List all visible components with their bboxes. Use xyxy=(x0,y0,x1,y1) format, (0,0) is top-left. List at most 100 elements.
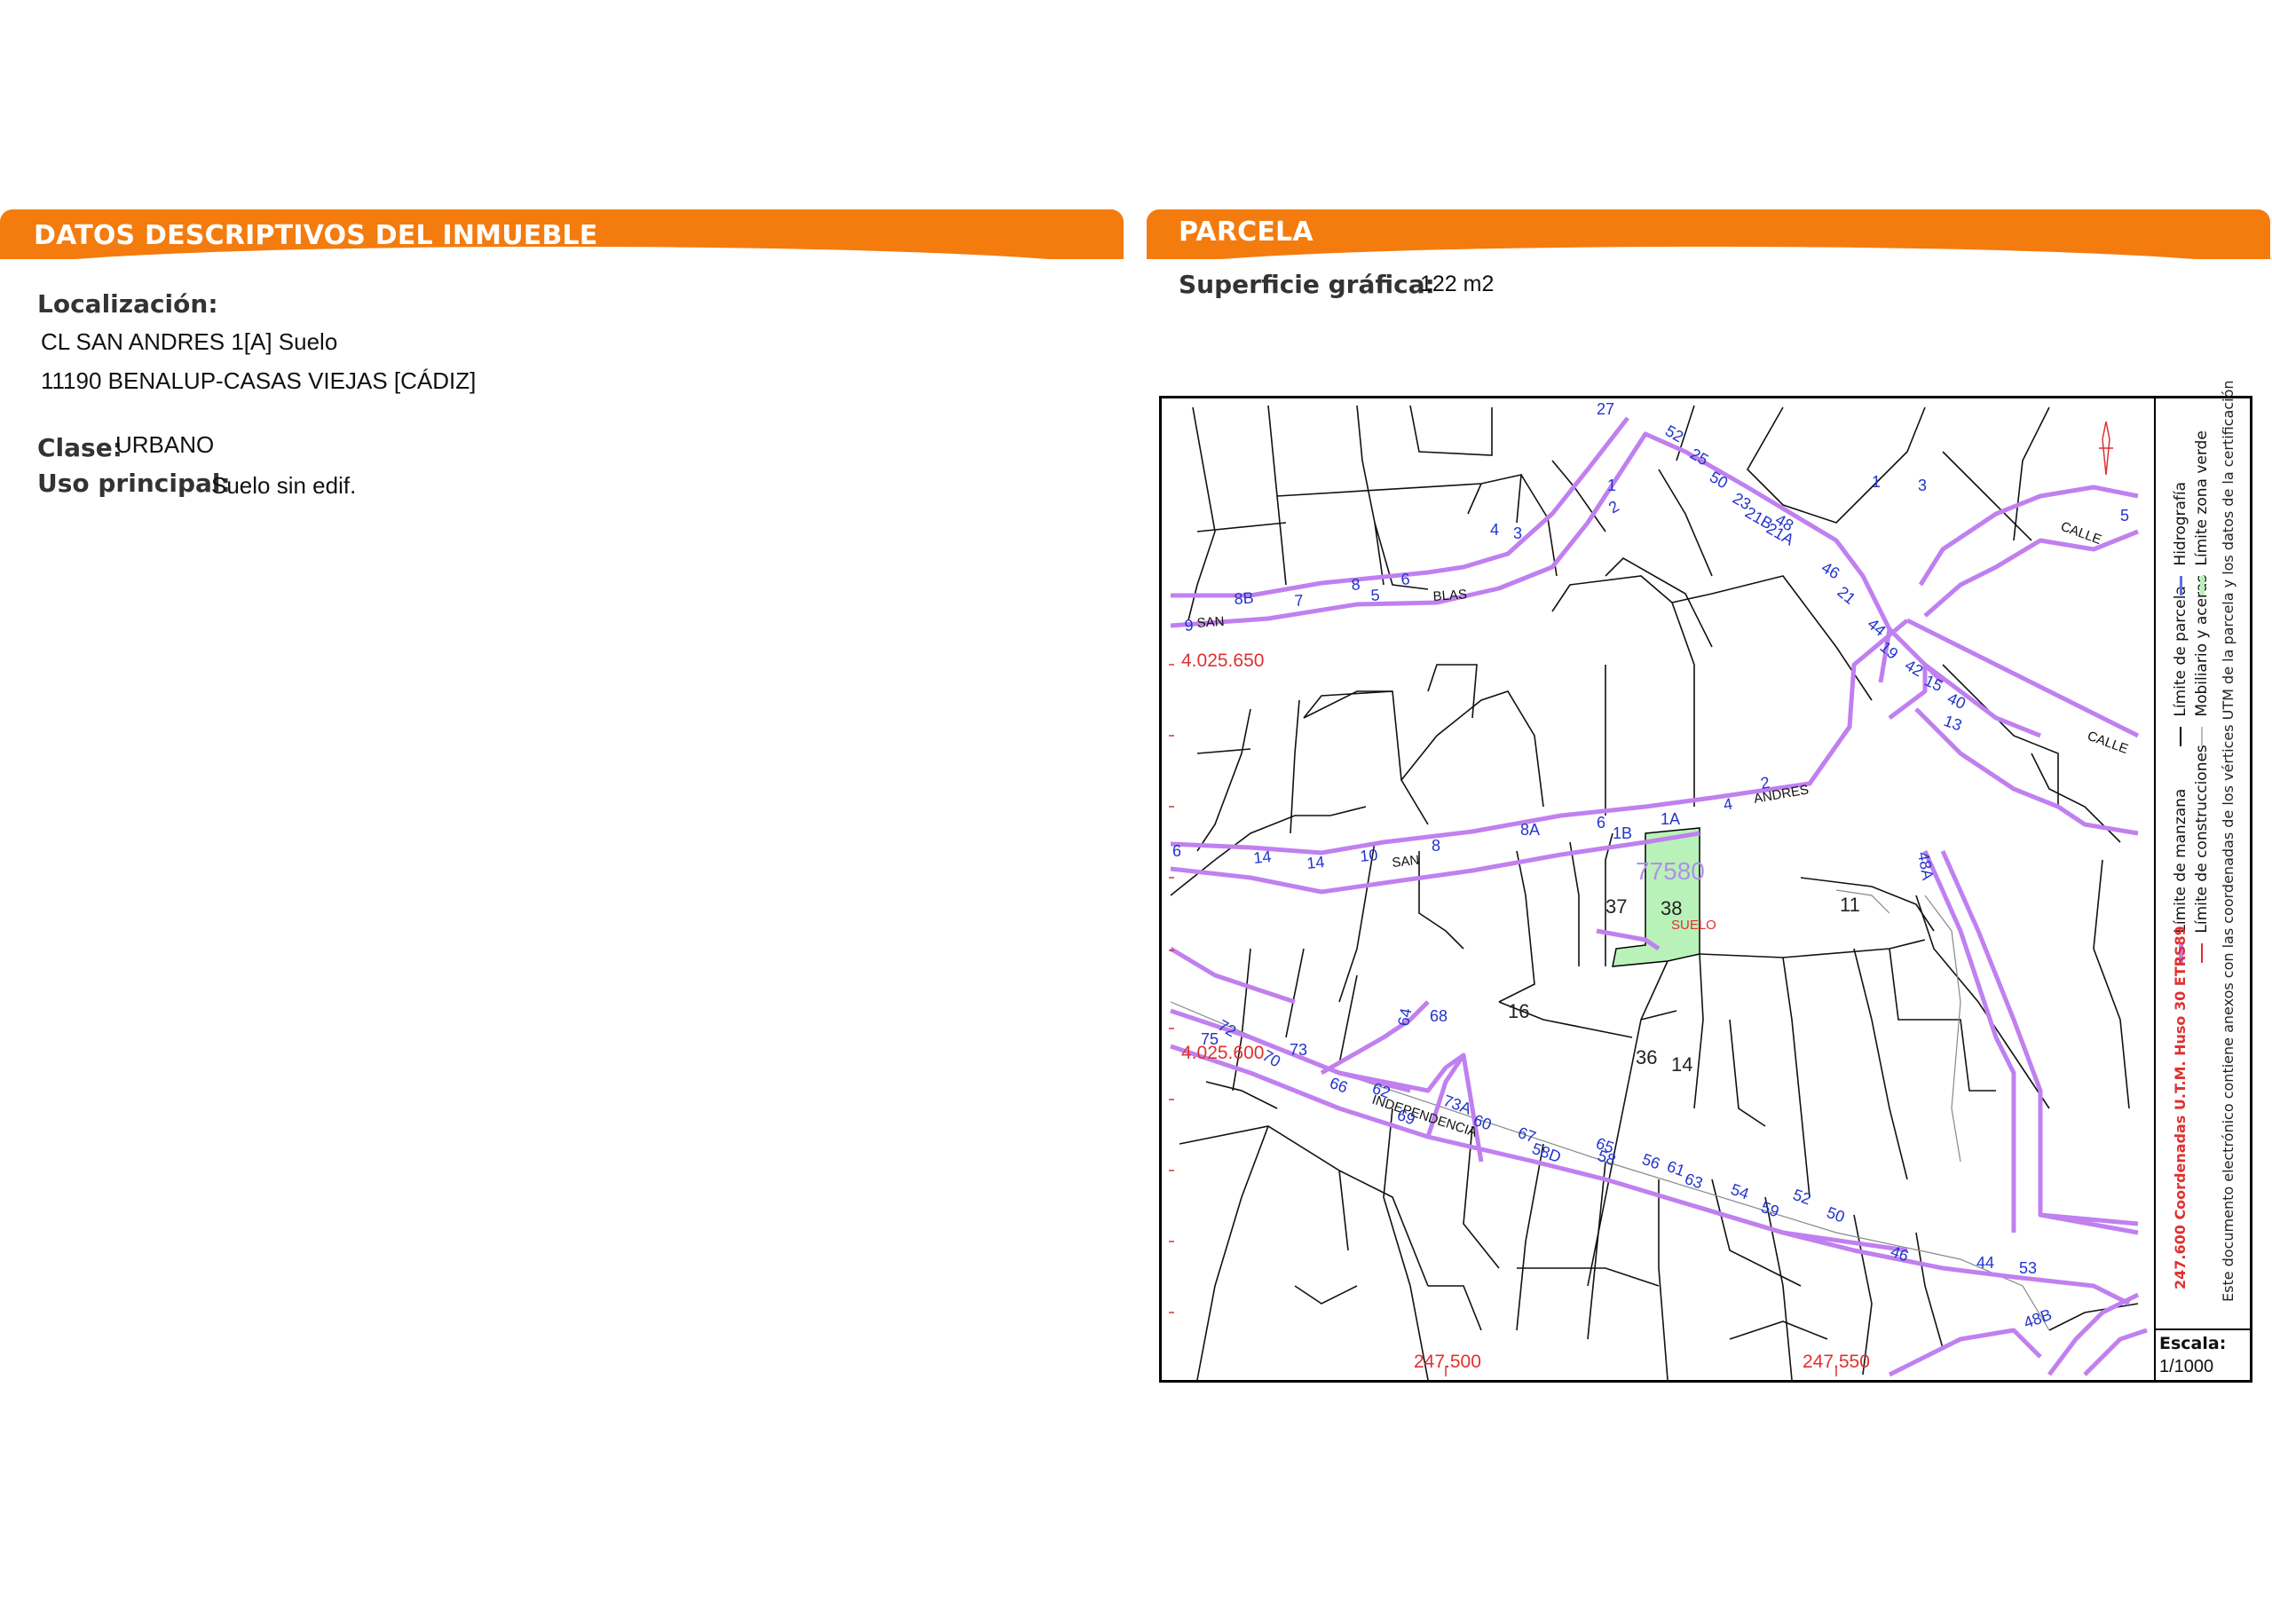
block-14: 14 xyxy=(1671,1053,1692,1076)
legend-hidrografia-label: Hidrografía xyxy=(2172,481,2189,566)
clase-value: URBANO xyxy=(115,431,215,458)
legend-mobiliario-swatch xyxy=(2201,727,2203,746)
parcela-header-bar: PARCELA xyxy=(1147,209,2270,272)
house-number: 2 xyxy=(1605,497,1622,516)
house-number: 44 xyxy=(1976,1254,1994,1272)
street-san-1: SAN xyxy=(1196,614,1225,631)
house-number: 53 xyxy=(2019,1259,2037,1277)
legend-zona-verde: Límite zona verde xyxy=(2193,430,2211,595)
house-number: 5 xyxy=(2120,507,2129,524)
house-number: 2 xyxy=(1759,774,1771,792)
legend-divider xyxy=(2154,398,2156,1380)
legend-construcciones-label: Límite de construcciones xyxy=(2193,745,2211,934)
house-number: 1 xyxy=(1607,477,1616,494)
house-number: 6 xyxy=(1597,814,1605,832)
house-number: 1B xyxy=(1613,824,1632,842)
legend-parcela: Límite de parcela xyxy=(2172,586,2189,746)
north-arrow-icon xyxy=(2099,422,2113,475)
escala-box: Escala: 1/1000 xyxy=(2154,1328,2250,1382)
block-37: 37 xyxy=(1605,895,1627,918)
house-number: 66 xyxy=(1328,1074,1351,1097)
street-calle-2: CALLE xyxy=(2086,729,2130,757)
superficie-label: Superficie gráfica: xyxy=(1179,270,1435,299)
house-number: 56 xyxy=(1640,1150,1663,1173)
legend-zona-verde-swatch xyxy=(2199,576,2205,595)
clase-label: Clase: xyxy=(37,433,122,462)
uso-value: Suelo sin edif. xyxy=(211,472,357,499)
street-san-2: SAN xyxy=(1392,853,1420,871)
house-number: 21 xyxy=(1834,583,1858,608)
house-number: 48A xyxy=(1914,850,1937,881)
block-11: 11 xyxy=(1840,894,1860,916)
house-number: 8A xyxy=(1520,821,1540,839)
street-blas: BLAS xyxy=(1432,587,1467,604)
house-number: 5 xyxy=(1370,586,1380,604)
house-number: 1A xyxy=(1661,810,1680,828)
house-number: 75 xyxy=(1201,1030,1219,1048)
parcela-title: PARCELA xyxy=(1179,217,1314,248)
legend-construcciones-swatch xyxy=(2201,943,2203,963)
legend-parcela-swatch xyxy=(2180,727,2181,746)
house-number: 8 xyxy=(1432,837,1440,855)
house-number: 73 xyxy=(1290,1041,1307,1059)
escala-value: 1/1000 xyxy=(2159,1357,2214,1376)
house-number: 68 xyxy=(1430,1007,1448,1025)
house-number: 10 xyxy=(1359,846,1378,865)
house-number: 4 xyxy=(1490,521,1499,539)
house-number: 4 xyxy=(1722,795,1733,814)
house-number: 52 xyxy=(1791,1186,1814,1209)
coord-label-north-1: 4.025.650 xyxy=(1181,650,1264,671)
escala-label: Escala: xyxy=(2159,1334,2227,1353)
superficie-value: 122 m2 xyxy=(1420,272,1495,296)
house-number: 8B xyxy=(1234,589,1254,608)
block-16: 16 xyxy=(1508,1000,1529,1022)
house-number: 9 xyxy=(1184,616,1194,635)
cadastral-map: 4.025.650 4.025.600 247.500 247.550 7758… xyxy=(1159,380,2252,1383)
coord-label-east-1: 247.500 xyxy=(1414,1352,1481,1372)
parcel-id: 77580 xyxy=(1636,857,1705,885)
datos-header-bar: DATOS DESCRIPTIVOS DEL INMUEBLE xyxy=(0,209,1124,272)
legend-mobiliario: Mobiliario y aceras xyxy=(2193,575,2211,746)
house-number: 48B xyxy=(2022,1305,2055,1332)
legend-manzana-label: Límite de manzana xyxy=(2172,788,2189,934)
house-number: 50 xyxy=(1707,468,1731,492)
legend-parcela-label: Límite de parcela xyxy=(2172,586,2189,717)
header-curve-right xyxy=(1147,247,2270,272)
house-number: 6 xyxy=(1172,842,1181,860)
house-number: 61 xyxy=(1665,1157,1688,1180)
house-number: 59 xyxy=(1759,1198,1782,1221)
parcel-label: SUELO xyxy=(1671,918,1716,933)
house-number: 46 xyxy=(1818,558,1842,582)
coords-note: 247.600 Coordenadas U.T.M. Huso 30 ETRS8… xyxy=(2172,926,2189,1289)
block-36: 36 xyxy=(1636,1046,1657,1068)
uso-label: Uso principal: xyxy=(37,469,231,498)
coordinate-ticks xyxy=(1169,664,1837,1376)
house-number: 8 xyxy=(1351,575,1361,594)
house-number: 7 xyxy=(1294,591,1304,610)
localizacion-label: Localización: xyxy=(37,289,218,319)
coord-label-east-2: 247.550 xyxy=(1803,1352,1870,1372)
house-number: 14 xyxy=(1252,847,1272,867)
datos-title: DATOS DESCRIPTIVOS DEL INMUEBLE xyxy=(34,220,598,251)
legend-hidrografia: Hidrografía xyxy=(2172,482,2189,595)
coord-label-north-2: 4.025.600 xyxy=(1181,1043,1264,1063)
house-number: 27 xyxy=(1597,400,1614,418)
legend-construcciones: Límite de construcciones xyxy=(2193,745,2211,963)
block-38: 38 xyxy=(1661,897,1682,919)
legend-mobiliario-label: Mobiliario y aceras xyxy=(2193,574,2211,717)
house-number: 54 xyxy=(1729,1180,1752,1203)
house-number: 13 xyxy=(1942,712,1965,735)
house-number: 3 xyxy=(1918,477,1927,494)
legend-hidrografia-swatch xyxy=(2179,576,2182,595)
address-line2: 11190 BENALUP-CASAS VIEJAS [CÁDIZ] xyxy=(41,367,477,394)
house-number: 50 xyxy=(1825,1203,1848,1226)
house-number: 63 xyxy=(1683,1170,1706,1193)
house-number: 1 xyxy=(1872,473,1881,491)
address-line1: CL SAN ANDRES 1[A] Suelo xyxy=(41,328,338,355)
house-number: 64 xyxy=(1394,1006,1415,1027)
house-number: 6 xyxy=(1400,570,1410,588)
house-number: 72 xyxy=(1215,1016,1239,1040)
house-number: 14 xyxy=(1306,853,1325,872)
house-number: 3 xyxy=(1513,524,1522,542)
map-drawing: 4.025.650 4.025.600 247.500 247.550 7758… xyxy=(1169,400,2148,1380)
